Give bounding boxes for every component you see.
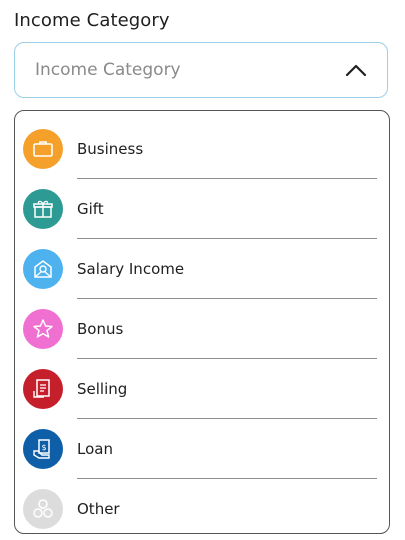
option-label: Salary Income [77, 260, 185, 278]
chevron-up-icon[interactable] [345, 63, 367, 77]
select-placeholder: Income Category [35, 60, 181, 80]
svg-text:$: $ [41, 443, 46, 452]
other-icon [23, 489, 63, 529]
gift-icon [23, 189, 63, 229]
income-category-select[interactable]: Income Category [14, 42, 388, 98]
receipt-icon [23, 369, 63, 409]
option-label: Gift [77, 200, 104, 218]
option-label: Business [77, 140, 144, 158]
loan-icon: $ [23, 429, 63, 469]
option-gift[interactable]: Gift [15, 179, 389, 239]
option-salary-income[interactable]: Salary Income [15, 239, 389, 299]
salary-icon [23, 249, 63, 289]
option-label: Other [77, 500, 120, 518]
option-label: Loan [77, 440, 113, 458]
star-icon [23, 309, 63, 349]
option-business[interactable]: Business [15, 119, 389, 179]
option-other[interactable]: Other [15, 479, 389, 533]
option-label: Bonus [77, 320, 124, 338]
option-bonus[interactable]: Bonus [15, 299, 389, 359]
briefcase-icon [23, 129, 63, 169]
option-label: Selling [77, 380, 128, 398]
option-loan[interactable]: $ Loan [15, 419, 389, 479]
category-dropdown: Business Gift Salary Income Bonus Sellin… [14, 110, 390, 534]
option-selling[interactable]: Selling [15, 359, 389, 419]
field-label: Income Category [14, 10, 170, 31]
